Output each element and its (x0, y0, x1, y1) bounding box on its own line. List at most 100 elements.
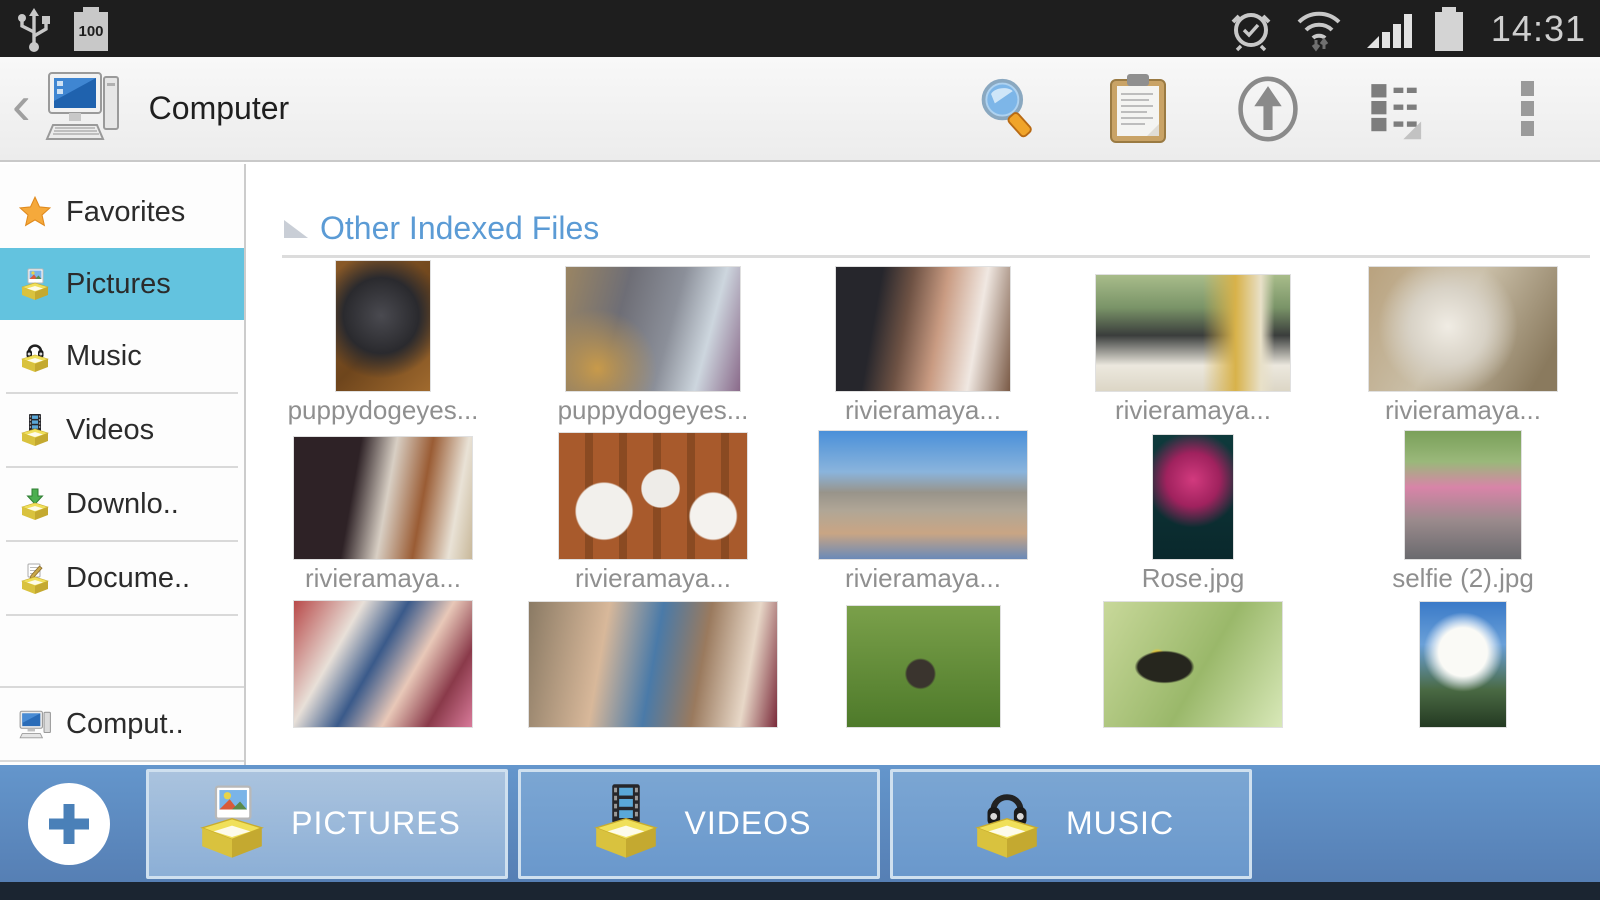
sidebar-item-music[interactable]: Music (0, 320, 244, 392)
plus-icon (43, 798, 95, 850)
file-item[interactable] (518, 596, 788, 764)
file-label: selfie (2).jpg (1392, 560, 1534, 596)
file-item[interactable]: puppydogeyes... (518, 260, 788, 428)
file-item[interactable]: Rose.jpg (1058, 428, 1328, 596)
sidebar-item-pictures[interactable]: Pictures (0, 248, 244, 320)
file-item[interactable]: rivieramaya... (1058, 260, 1328, 428)
file-label: puppydogeyes... (558, 392, 749, 428)
file-item[interactable]: rivieramaya... (1328, 260, 1598, 428)
file-thumbnail[interactable] (1103, 601, 1283, 728)
file-label: rivieramaya... (1385, 392, 1541, 428)
music-box-icon (18, 339, 52, 373)
tab-label: MUSIC (1066, 805, 1174, 842)
app-screen: 100 (0, 0, 1600, 900)
music-box-icon (968, 782, 1046, 865)
file-thumbnail[interactable] (1095, 274, 1291, 392)
tab-music[interactable]: MUSIC (890, 769, 1252, 879)
toolbar: ‹ Computer (0, 57, 1600, 162)
sidebar-item-favorites[interactable]: Favorites (0, 176, 244, 248)
computer-icon (41, 69, 133, 149)
file-item[interactable]: rivieramaya... (248, 428, 518, 596)
battery-level-icon: 100 (74, 7, 108, 51)
battery-level-text: 100 (74, 12, 108, 51)
section-divider (282, 255, 1590, 258)
list-view-icon[interactable] (1366, 73, 1430, 145)
file-item[interactable] (788, 596, 1058, 764)
file-thumbnail[interactable] (1419, 601, 1507, 728)
sidebar-item-docume[interactable]: Docume.. (0, 542, 244, 614)
file-grid: puppydogeyes... puppydogeyes... rivieramay… (248, 260, 1600, 764)
file-item[interactable]: rivieramaya... (518, 428, 788, 596)
file-thumbnail[interactable] (1404, 430, 1522, 560)
file-item[interactable]: puppydogeyes... (248, 260, 518, 428)
file-thumbnail[interactable] (835, 266, 1011, 392)
add-button[interactable] (28, 783, 110, 865)
file-item[interactable] (248, 596, 518, 764)
tab-label: PICTURES (291, 805, 461, 842)
tab-videos[interactable]: VIDEOS (518, 769, 880, 879)
file-label: rivieramaya... (845, 560, 1001, 596)
file-item[interactable] (1058, 596, 1328, 764)
sidebar-item-label: Docume.. (66, 562, 190, 595)
star-icon (18, 195, 52, 229)
sidebar-item-label: Pictures (66, 268, 171, 301)
navigation-strip (0, 882, 1600, 900)
pictures-box-icon (18, 267, 52, 301)
sidebar-item-label: Favorites (66, 196, 185, 229)
sidebar-item-downlo[interactable]: Downlo.. (0, 468, 244, 540)
usb-icon (14, 6, 54, 52)
main-area: Favorites Pictures Music Videos Downlo.. Docu… (0, 164, 1600, 765)
bottom-tabs: PICTURES VIDEOS MUSIC (146, 768, 1252, 880)
bottom-bar: PICTURES VIDEOS MUSIC (0, 765, 1600, 882)
sidebar-bottom-group: Comput.. (0, 686, 244, 762)
file-thumbnail[interactable] (558, 432, 748, 560)
sidebar-spacer (0, 616, 244, 686)
downloads-box-icon (18, 487, 52, 521)
overflow-menu-icon[interactable] (1496, 73, 1560, 145)
sidebar-item-label: Videos (66, 414, 154, 447)
file-thumbnail[interactable] (846, 605, 1001, 728)
search-icon[interactable] (976, 73, 1040, 145)
back-chevron-icon[interactable]: ‹ (0, 77, 41, 141)
signal-icon (1365, 6, 1415, 52)
file-thumbnail[interactable] (293, 600, 473, 728)
videos-box-icon (18, 413, 52, 447)
file-thumbnail[interactable] (335, 260, 431, 392)
file-label: rivieramaya... (1115, 392, 1271, 428)
file-item[interactable] (1328, 596, 1598, 764)
file-label: rivieramaya... (305, 560, 461, 596)
content-panel: Other Indexed Files puppydogeyes...puppy… (246, 164, 1600, 765)
triangle-collapse-icon[interactable] (284, 220, 308, 238)
documents-box-icon (18, 561, 52, 595)
sidebar-item-comput[interactable]: Comput.. (0, 688, 244, 760)
alarm-icon (1229, 6, 1273, 52)
file-label: puppydogeyes... (288, 392, 479, 428)
sidebar-item-videos[interactable]: Videos (0, 394, 244, 466)
file-thumbnail[interactable] (565, 266, 741, 392)
file-thumbnail[interactable] (528, 601, 778, 728)
up-arrow-circle-icon[interactable] (1236, 73, 1300, 145)
file-item[interactable]: rivieramaya... (788, 428, 1058, 596)
wifi-icon (1293, 6, 1345, 52)
battery-icon (1435, 7, 1463, 51)
file-thumbnail[interactable] (1368, 266, 1558, 392)
tab-label: VIDEOS (685, 805, 812, 842)
file-thumbnail[interactable] (818, 430, 1028, 560)
file-label: rivieramaya... (845, 392, 1001, 428)
page-title: Computer (149, 90, 290, 127)
section-title: Other Indexed Files (320, 210, 599, 247)
file-item[interactable]: selfie (2).jpg (1328, 428, 1598, 596)
videos-box-icon (587, 782, 665, 865)
file-label: rivieramaya... (575, 560, 731, 596)
file-label: Rose.jpg (1142, 560, 1245, 596)
clipboard-icon[interactable] (1106, 73, 1170, 145)
section-header[interactable]: Other Indexed Files (284, 210, 1600, 247)
sidebar-item-label: Downlo.. (66, 488, 179, 521)
sidebar-item-label: Comput.. (66, 708, 184, 741)
file-thumbnail[interactable] (293, 436, 473, 560)
pictures-box-icon (193, 782, 271, 865)
tab-pictures[interactable]: PICTURES (146, 769, 508, 879)
sidebar-item-label: Music (66, 340, 142, 373)
file-item[interactable]: rivieramaya... (788, 260, 1058, 428)
file-thumbnail[interactable] (1152, 434, 1234, 560)
